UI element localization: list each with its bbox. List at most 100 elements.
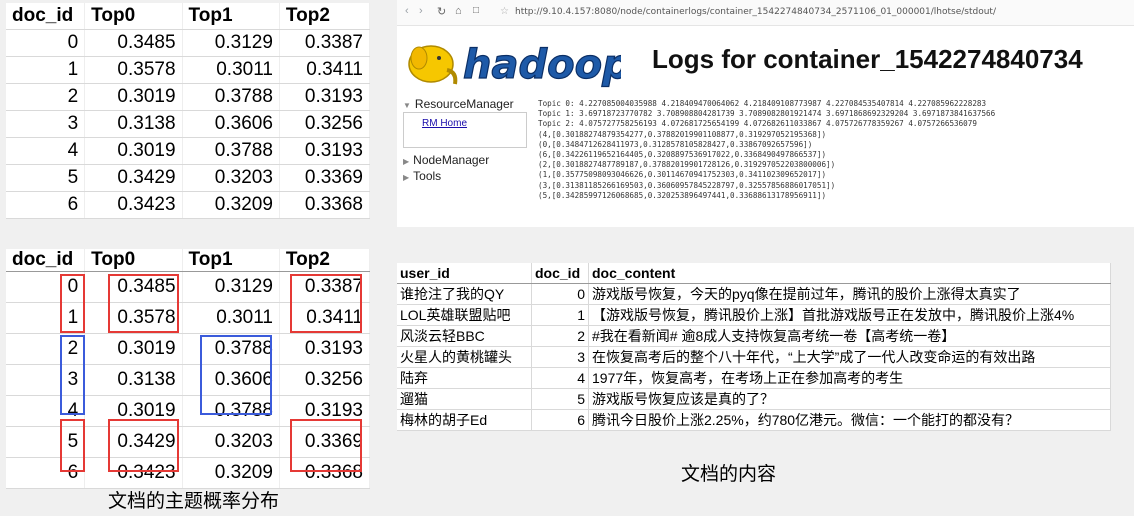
table-cell: 0 [531,283,589,305]
table-cell: 梅林的胡子Ed [397,409,532,431]
table-cell: 0.3019 [84,137,183,165]
table-cell: 游戏版号恢复，今天的pyq像在提前过年，腾讯的股价上涨得太真实了 [588,283,1111,305]
table-cell: 在恢复高考后的整个八十年代，“上大学”成了一代人改变命运的有效出路 [588,346,1111,368]
sidebar-item-label: Tools [413,169,442,183]
sidebar-item-node-manager[interactable]: ▶ NodeManager [403,152,527,168]
table-row: 火星人的黄桃罐头 3 在恢复高考后的整个八十年代，“上大学”成了一代人改变命运的有效… [397,346,1111,368]
table-cell: 0.3788 [182,137,280,165]
rm-home-link[interactable]: RM Home [403,112,527,148]
star-icon[interactable]: ☆ [500,6,509,17]
table-cell: 0.3203 [182,164,280,192]
table-cell: 0.3129 [182,271,280,303]
table-cell: 0.3193 [279,83,371,111]
highlight-box-doc-0-1 [60,274,85,333]
url-field[interactable]: http://9.10.4.157:8080/node/containerlog… [515,7,996,17]
column-header: doc_id [6,3,86,30]
column-header: doc_id [6,249,86,272]
highlight-box-top0-0-1 [108,274,179,333]
browser-window: ‹ › ↻ ⌂ □ ☆ http://9.10.4.157:8080/node/… [397,0,1134,227]
table-cell: 0.3138 [84,110,183,138]
table-cell: 风淡云轻BBC [397,325,532,347]
column-header: Top1 [182,3,280,30]
log-line: (0,[0.3484712628411973,0.312857810582842… [538,139,813,149]
chevron-down-icon: ▼ [403,101,411,110]
table-cell: 6 [531,409,589,431]
table-cell: 0.3423 [84,191,183,219]
table-row: 谁抢注了我的QY 0 游戏版号恢复，今天的pyq像在提前过年，腾讯的股价上涨得太真实… [397,283,1111,305]
table-cell: 1977年，恢复高考，在考场上正在参加高考的考生 [588,367,1111,389]
log-line: (1,[0.35775098093046626,0.30114670941752… [538,170,827,180]
highlight-box-doc-5-6 [60,419,85,472]
table-row: 2 0.3019 0.3788 0.3193 [6,83,371,111]
table-cell: 0.3193 [279,333,371,365]
table-cell: 【游戏版号恢复，腾讯股价上涨】首批游戏版号正在发放中，腾讯股价上涨4% [588,304,1111,326]
hadoop-logo: hadoop [408,41,621,89]
table-cell: 遛猫 [397,388,532,410]
table-row: 梅林的胡子Ed 6 腾讯今日股价上涨2.25%，约780亿港元。微信：一个能打的都没… [397,409,1111,431]
table-header-row: doc_id Top0 Top1 Top2 [6,249,371,272]
logo-text: hadoop [463,42,621,88]
table-cell: 陆弃 [397,367,532,389]
table-cell: 0.3203 [182,426,280,458]
sidebar-item-label: ResourceManager [414,97,514,111]
column-header: Top0 [84,249,183,272]
table-cell: 0.3256 [279,364,371,396]
table-row: 风淡云轻BBC 2 #我在看新闻# 逾8成人支持恢复高考统一卷【高考统一卷】 [397,325,1111,347]
sidebar: ▼ ResourceManager RM Home ▶ NodeManager ▶ T… [403,96,527,184]
table-row: 4 0.3019 0.3788 0.3193 [6,137,371,165]
column-header: Top2 [279,3,371,30]
page-title: Logs for container_1542274840734 [652,44,1083,74]
log-line: Topic 2: 4.075727758256193 4.07268172565… [538,119,977,129]
reload-icon[interactable]: ↻ [437,5,446,18]
log-line: (2,[0.3018827487789187,0.378820199017281… [538,160,836,170]
table-cell: 0.3485 [84,29,183,57]
table-cell: 5 [531,388,589,410]
column-header: Top0 [84,3,183,30]
table-row: 遛猫 5 游戏版号恢复应该是真的了？ [397,388,1111,410]
table-cell: 0.3369 [279,164,371,192]
home-icon[interactable]: ⌂ [455,5,462,17]
table-row: 6 0.3423 0.3209 0.3368 [6,191,371,219]
table-cell: 0.3019 [84,83,183,111]
forward-icon[interactable]: › [419,5,423,17]
highlight-box-doc-2-4 [60,335,85,415]
caption-document-content: 文档的内容 [681,463,777,485]
table-header-row: user_id doc_id doc_content [397,263,1111,284]
log-output: Topic 0: 4.227085004035988 4.21840947006… [538,99,995,201]
table-cell: 4 [531,367,589,389]
chevron-right-icon: ▶ [403,157,410,166]
log-line: (6,[0.34226119652164405,0.32088975369170… [538,150,827,160]
address-bar: ‹ › ↻ ⌂ □ ☆ http://9.10.4.157:8080/node/… [397,0,1134,26]
table-cell: 6 [6,191,86,219]
table-cell: 0.3011 [182,302,280,334]
sidebar-item-tools[interactable]: ▶ Tools [403,168,527,184]
table-cell: 3 [531,346,589,368]
table-cell: 0.3578 [84,56,183,84]
table-cell: 0.3129 [182,29,280,57]
table-cell: LOL英雄联盟贴吧 [397,304,532,326]
table-cell: 0.3788 [182,83,280,111]
column-header: Top2 [279,249,371,272]
log-line: (5,[0.34285997126068685,0.32025389649744… [538,190,827,200]
reader-icon[interactable]: □ [473,5,479,16]
sidebar-item-resource-manager[interactable]: ▼ ResourceManager [403,96,527,112]
table-row: 0 0.3485 0.3129 0.3387 [6,29,371,57]
highlight-box-top0-5-6 [108,419,179,472]
table-cell: 0.3011 [182,56,280,84]
column-header: doc_id [531,263,589,284]
table-cell: #我在看新闻# 逾8成人支持恢复高考统一卷【高考统一卷】 [588,325,1111,347]
table-cell: 3 [6,110,86,138]
table-cell: 0.3368 [279,191,371,219]
table-row: LOL英雄联盟贴吧 1 【游戏版号恢复，腾讯股价上涨】首批游戏版号正在发放中，腾讯股… [397,304,1111,326]
table-row: 1 0.3578 0.3011 0.3411 [6,56,371,84]
table-cell: 谁抢注了我的QY [397,283,532,305]
table-cell: 2 [6,83,86,111]
log-line: Topic 1: 3.69718723770782 3.708908804281… [538,109,996,119]
sidebar-item-label: NodeManager [413,153,490,167]
log-line: (4,[0.30188274879354277,0.37882019901108… [538,129,827,139]
highlight-box-top2-0-1 [290,274,362,333]
topic-probability-table: doc_id Top0 Top1 Top2 0 0.3485 0.3129 0.338… [6,3,371,219]
log-line: (3,[0.31381185266169503,0.36060957845228… [538,180,836,190]
back-icon[interactable]: ‹ [405,5,409,17]
table-cell: 0.3606 [182,110,280,138]
